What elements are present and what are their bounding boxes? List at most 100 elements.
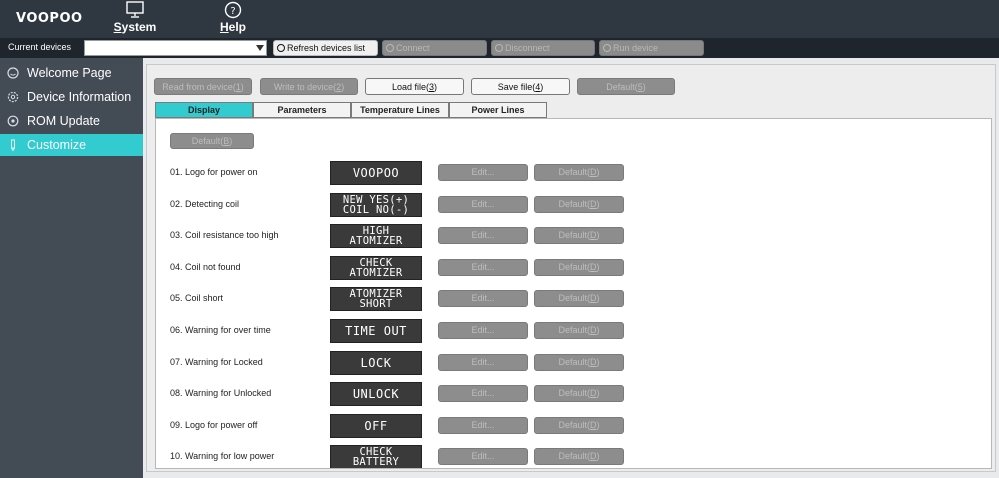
app-logo: VOOPOO xyxy=(16,11,83,26)
sidebar-item-customize[interactable]: Customize xyxy=(0,134,143,156)
display-default-button[interactable]: Default(B) xyxy=(170,133,254,149)
help-circle-icon: ? xyxy=(224,1,242,19)
tab-temperature-lines[interactable]: Temperature Lines xyxy=(351,102,449,118)
display-row-label: 05. Coil short xyxy=(170,293,224,304)
row-default-label: Default xyxy=(558,261,588,272)
tab-power-lines[interactable]: Power Lines xyxy=(449,102,547,118)
edit-button[interactable]: Edit... xyxy=(438,353,528,371)
display-row-label: 03. Coil resistance too high xyxy=(170,230,279,241)
tab-parameters[interactable]: Parameters xyxy=(253,102,351,118)
display-row-label: 10. Warning for low power xyxy=(170,451,275,462)
display-row: 08. Warning for Unlocked UNLOCK Edit... Def… xyxy=(156,382,991,407)
edit-button[interactable]: Edit... xyxy=(438,290,528,308)
display-row: 02. Detecting coil NEW YES(+) COIL NO(-) Ed… xyxy=(156,192,991,217)
edit-button[interactable]: Edit... xyxy=(438,448,528,466)
lcd-preview: CHECK BATTERY xyxy=(330,445,422,469)
read-from-device-button[interactable]: Read from device(1) xyxy=(154,78,252,95)
pencil-icon xyxy=(11,139,15,151)
row-default-key: D xyxy=(590,167,597,177)
lcd-line-1: LOCK xyxy=(360,355,392,370)
row-default-key: D xyxy=(590,198,597,209)
lcd-line-2: BATTERY xyxy=(352,456,400,469)
row-default-key: D xyxy=(590,230,597,241)
disconnect-button[interactable]: Disconnect xyxy=(491,40,595,56)
display-row-label: 06. Warning for over time xyxy=(170,325,271,335)
sidebar-item-device-information[interactable]: Device Information xyxy=(0,86,143,108)
lcd-line-1: UNLOCK xyxy=(352,387,400,402)
devices-bar: Current devices Refresh devices list Con… xyxy=(0,38,999,58)
load-file-button[interactable]: Load file(3) xyxy=(365,78,464,95)
display-row-label: 02. Detecting coil xyxy=(170,198,240,209)
refresh-icon xyxy=(7,115,19,127)
display-row: 01. Logo for power on VOOPOO Edit... Defaul… xyxy=(156,161,991,185)
refresh-icon xyxy=(277,44,285,52)
display-row-label: 01. Logo for power on xyxy=(170,167,258,177)
edit-button[interactable]: Edit... xyxy=(438,258,528,276)
row-default-button[interactable]: Default(D) xyxy=(534,195,624,213)
default-all-button[interactable]: Default(5) xyxy=(577,78,675,95)
row-default-label: Default xyxy=(558,230,588,241)
row-default-key: D xyxy=(590,261,597,272)
edit-button[interactable]: Edit... xyxy=(438,227,528,245)
refresh-devices-button[interactable]: Refresh devices list xyxy=(273,40,378,56)
menu-help[interactable]: ? Help xyxy=(203,0,263,38)
current-devices-label: Current devices xyxy=(8,42,72,52)
display-row: 07. Warning for Locked LOCK Edit... Default… xyxy=(156,350,991,375)
row-default-label: Default xyxy=(558,388,588,399)
chevron-down-icon[interactable] xyxy=(256,45,264,51)
lcd-preview: UNLOCK xyxy=(330,382,422,407)
write-to-device-button[interactable]: Write to device(2) xyxy=(260,78,358,95)
lcd-line-1: OFF xyxy=(364,418,388,433)
row-default-key: D xyxy=(590,388,597,399)
lcd-preview: ATOMIZER SHORT xyxy=(330,287,422,312)
display-row-label: 04. Coil not found xyxy=(170,261,241,272)
edit-button[interactable]: Edit... xyxy=(438,322,528,339)
row-default-button[interactable]: Default(D) xyxy=(534,448,624,466)
row-default-key: D xyxy=(590,356,597,367)
sidebar-item-welcome[interactable]: Welcome Page xyxy=(0,62,143,84)
monitor-icon xyxy=(126,1,144,18)
save-file-button[interactable]: Save file(4) xyxy=(471,78,570,95)
sidebar: Welcome Page Device Information ROM Upda… xyxy=(0,58,143,478)
edit-button[interactable]: Edit... xyxy=(438,416,528,434)
display-row: 04. Coil not found CHECK ATOMIZER Edit... De… xyxy=(156,255,991,280)
lcd-preview: LOCK xyxy=(330,350,422,375)
row-default-button[interactable]: Default(D) xyxy=(534,416,624,434)
menu-system-label: System xyxy=(113,20,157,34)
sidebar-item-rom-update[interactable]: ROM Update xyxy=(0,110,143,132)
row-default-label: Default xyxy=(558,356,588,367)
row-default-label: Default xyxy=(558,419,588,430)
row-default-button[interactable]: Default(D) xyxy=(534,322,624,339)
row-default-label: Default xyxy=(558,325,588,335)
row-default-label: Default xyxy=(558,198,588,209)
display-row-label: 09. Logo for power off xyxy=(170,419,258,430)
row-default-button[interactable]: Default(D) xyxy=(534,353,624,371)
lcd-line-1: VOOPOO xyxy=(352,166,400,180)
connect-button[interactable]: Connect xyxy=(382,40,487,56)
lcd-preview: HIGH ATOMIZER xyxy=(330,224,422,249)
run-device-button[interactable]: Run device xyxy=(599,40,704,56)
display-row: 03. Coil resistance too high HIGH ATOMIZER… xyxy=(156,224,991,249)
row-default-button[interactable]: Default(D) xyxy=(534,258,624,276)
menu-system[interactable]: System xyxy=(105,0,165,38)
customize-panel: Read from device(1) Write to device(2) L… xyxy=(146,64,996,472)
svg-text:?: ? xyxy=(230,6,235,17)
smile-icon xyxy=(7,67,19,79)
tab-display[interactable]: Display xyxy=(155,102,253,118)
edit-button[interactable]: Edit... xyxy=(438,195,528,213)
lcd-line-2: COIL NO(-) xyxy=(342,203,410,216)
row-default-button[interactable]: Default(D) xyxy=(534,385,624,403)
edit-button[interactable]: Edit... xyxy=(438,385,528,403)
row-default-label: Default xyxy=(558,167,588,177)
row-default-button[interactable]: Default(D) xyxy=(534,164,624,181)
row-default-key: D xyxy=(590,419,597,430)
edit-button[interactable]: Edit... xyxy=(438,164,528,181)
row-default-button[interactable]: Default(D) xyxy=(534,227,624,245)
current-devices-select[interactable] xyxy=(84,40,267,56)
row-default-key: D xyxy=(590,451,597,462)
row-default-button[interactable]: Default(D) xyxy=(534,290,624,308)
lcd-line-2: ATOMIZER xyxy=(349,235,403,248)
title-bar: VOOPOO System ? Help xyxy=(0,0,999,38)
display-tab-content: Default(B) 01. Logo for power on VOOPOO Ed… xyxy=(155,118,992,469)
lcd-preview: TIME OUT xyxy=(330,319,422,343)
